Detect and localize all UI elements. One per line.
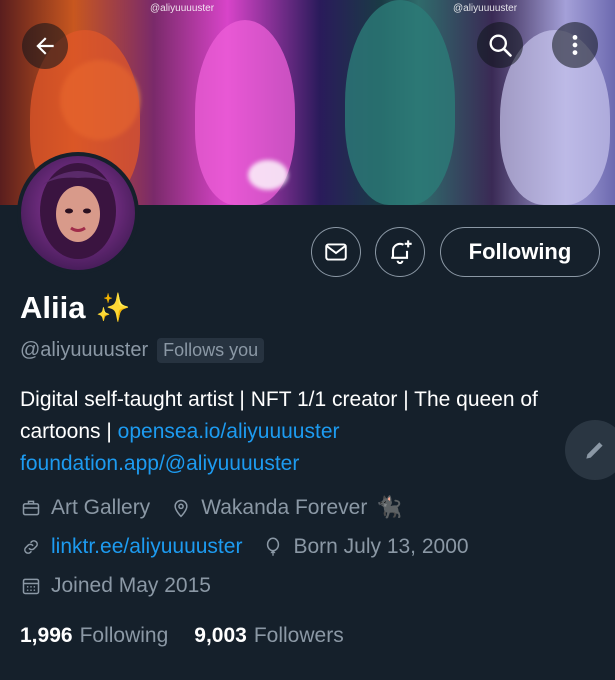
followers-label: Followers: [253, 624, 344, 647]
banner-watermark: @aliyuuuuster: [453, 3, 518, 14]
banner-art-glow: [248, 160, 288, 190]
more-button[interactable]: [552, 22, 598, 68]
location-label: Wakanda Forever: [201, 496, 368, 519]
more-vertical-icon: [572, 35, 578, 55]
avatar-portrait: [40, 163, 116, 259]
message-button[interactable]: [311, 227, 361, 277]
following-label: Following: [79, 624, 169, 647]
follow-stats: 1,996 Following 9,003 Followers: [20, 624, 344, 648]
balloon-icon: [262, 536, 284, 558]
edit-button[interactable]: [565, 420, 615, 480]
category-item: Art Gallery: [20, 496, 150, 520]
bio-link-foundation[interactable]: foundation.app/@aliyuuuuster: [20, 452, 299, 475]
birthday-item: Born July 13, 2000: [262, 535, 469, 559]
birthday-label: Born July 13, 2000: [293, 535, 469, 558]
website-link[interactable]: linktr.ee/aliyuuuuster: [51, 535, 242, 559]
joined-label: Joined May 2015: [51, 574, 211, 597]
search-button[interactable]: [477, 22, 523, 68]
meta-row: linktr.ee/aliyuuuuster Born July 13, 200…: [20, 535, 489, 559]
envelope-icon: [325, 243, 347, 261]
location-item: Wakanda Forever 🐈‍⬛: [170, 496, 402, 520]
link-icon: [20, 536, 42, 558]
black-cat-icon: 🐈‍⬛: [376, 496, 403, 519]
category-label: Art Gallery: [51, 496, 151, 519]
joined-item: Joined May 2015: [20, 574, 211, 598]
bio: Digital self-taught artist | NFT 1/1 cre…: [20, 384, 560, 480]
website-item: linktr.ee/aliyuuuuster: [20, 535, 242, 559]
banner-art-figure: [345, 0, 455, 205]
briefcase-icon: [20, 497, 42, 519]
follows-you-badge: Follows you: [157, 338, 265, 363]
arrow-left-icon: [36, 37, 54, 55]
bio-link-opensea[interactable]: opensea.io/aliyuuuuster: [118, 420, 340, 443]
following-button[interactable]: Following: [440, 227, 600, 277]
sparkles-icon: ✨: [95, 292, 131, 323]
followers-count: 9,003: [194, 624, 247, 647]
search-icon: [489, 34, 512, 57]
username-handle: @aliyuuuuster: [20, 339, 149, 361]
following-count: 1,996: [20, 624, 73, 647]
back-button[interactable]: [22, 23, 68, 69]
display-name-row: Aliia ✨: [20, 290, 130, 326]
following-stat[interactable]: 1,996 Following: [20, 624, 168, 648]
handle-row: @aliyuuuuster Follows you: [20, 338, 265, 363]
display-name: Aliia: [20, 290, 86, 325]
avatar[interactable]: [17, 152, 139, 274]
meta-row: Art Gallery Wakanda Forever 🐈‍⬛: [20, 496, 422, 520]
followers-stat[interactable]: 9,003 Followers: [194, 624, 343, 648]
pencil-icon: [586, 442, 603, 459]
banner-watermark: @aliyuuuuster: [150, 3, 215, 14]
location-pin-icon: [170, 497, 192, 519]
bell-plus-icon: [391, 240, 412, 265]
calendar-icon: [20, 575, 42, 597]
notifications-button[interactable]: [375, 227, 425, 277]
meta-row: Joined May 2015: [20, 574, 231, 598]
